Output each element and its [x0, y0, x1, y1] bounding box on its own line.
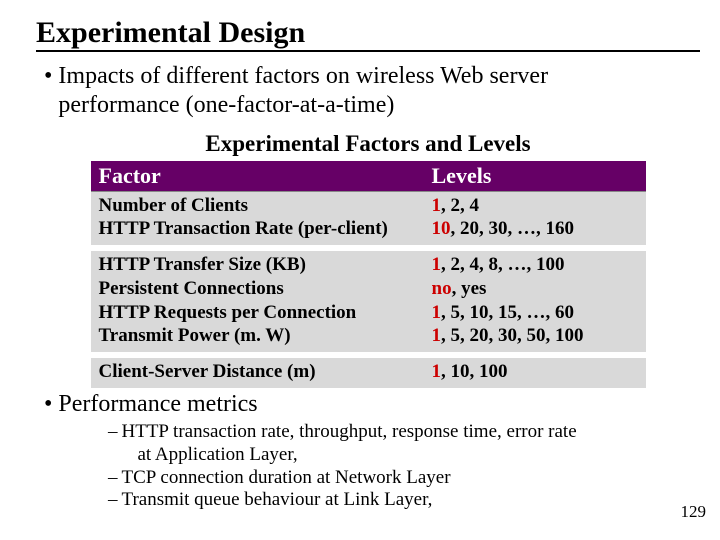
cell-factor: Persistent Connections	[91, 277, 424, 301]
header-levels: Levels	[424, 161, 646, 192]
levels-rest: , 20, 30, …, 160	[451, 218, 575, 239]
baseline-value: 10	[432, 218, 451, 239]
table-row: Number of Clients 1, 2, 4	[91, 191, 646, 217]
cell-factor: Client-Server Distance (m)	[91, 355, 424, 391]
table-row: HTTP Transfer Size (KB) 1, 2, 4, 8, …, 1…	[91, 248, 646, 277]
baseline-value: 1	[432, 254, 442, 275]
baseline-value: 1	[432, 325, 442, 346]
page-number: 129	[681, 502, 707, 522]
sub-list: – HTTP transaction rate, throughput, res…	[108, 421, 700, 512]
levels-rest: , yes	[452, 278, 487, 299]
table-row: Client-Server Distance (m) 1, 10, 100	[91, 355, 646, 391]
table-row: HTTP Transaction Rate (per-client) 10, 2…	[91, 217, 646, 248]
dash-icon: –	[108, 467, 118, 490]
levels-rest: , 10, 100	[441, 361, 508, 382]
slide-title: Experimental Design	[36, 16, 700, 52]
bullet1-line1: Impacts of different factors on wireless…	[58, 63, 548, 89]
cell-levels: 1, 10, 100	[424, 355, 646, 391]
cell-factor: Number of Clients	[91, 191, 424, 217]
cell-levels: no, yes	[424, 277, 646, 301]
levels-rest: , 5, 20, 30, 50, 100	[441, 325, 584, 346]
baseline-value: 1	[432, 302, 442, 323]
sub-text: HTTP transaction rate, throughput, respo…	[122, 421, 577, 467]
cell-factor: Transmit Power (m. W)	[91, 324, 424, 355]
cell-levels: 1, 2, 4, 8, …, 100	[424, 248, 646, 277]
bullet-performance-metrics: • Performance metrics	[44, 390, 700, 419]
sub-item: – HTTP transaction rate, throughput, res…	[108, 421, 700, 467]
cell-levels: 10, 20, 30, …, 160	[424, 217, 646, 248]
bullet-dot-icon: •	[44, 390, 52, 419]
bullet-dot-icon: •	[44, 62, 52, 121]
dash-icon: –	[108, 489, 118, 512]
cell-levels: 1, 5, 20, 30, 50, 100	[424, 324, 646, 355]
levels-rest: , 5, 10, 15, …, 60	[441, 302, 574, 323]
dash-icon: –	[108, 421, 118, 467]
sub-line1: HTTP transaction rate, throughput, respo…	[122, 421, 577, 442]
baseline-value: no	[432, 278, 452, 299]
table-row: Persistent Connections no, yes	[91, 277, 646, 301]
table-caption: Experimental Factors and Levels	[36, 131, 700, 157]
cell-levels: 1, 5, 10, 15, …, 60	[424, 301, 646, 325]
cell-factor: HTTP Requests per Connection	[91, 301, 424, 325]
bullet-text: Impacts of different factors on wireless…	[58, 62, 548, 121]
baseline-value: 1	[432, 361, 442, 382]
cell-levels: 1, 2, 4	[424, 191, 646, 217]
sub-text: TCP connection duration at Network Layer	[122, 467, 451, 490]
baseline-value: 1	[432, 195, 442, 216]
header-factor: Factor	[91, 161, 424, 192]
table-row: Transmit Power (m. W) 1, 5, 20, 30, 50, …	[91, 324, 646, 355]
cell-factor: HTTP Transaction Rate (per-client)	[91, 217, 424, 248]
table-row: HTTP Requests per Connection 1, 5, 10, 1…	[91, 301, 646, 325]
sub-item: – Transmit queue behaviour at Link Layer…	[108, 489, 700, 512]
levels-rest: , 2, 4, 8, …, 100	[441, 254, 565, 275]
levels-rest: , 2, 4	[441, 195, 479, 216]
cell-factor: HTTP Transfer Size (KB)	[91, 248, 424, 277]
table-header-row: Factor Levels	[91, 161, 646, 192]
sub-item: – TCP connection duration at Network Lay…	[108, 467, 700, 490]
sub-line2: at Application Layer,	[138, 444, 298, 465]
bullet-impacts: • Impacts of different factors on wirele…	[44, 62, 700, 121]
factors-table: Factor Levels Number of Clients 1, 2, 4 …	[91, 161, 646, 394]
bullet1-line2: performance (one-factor-at-a-time)	[58, 92, 394, 118]
bullet-text: Performance metrics	[58, 390, 257, 419]
sub-text: Transmit queue behaviour at Link Layer,	[122, 489, 433, 512]
